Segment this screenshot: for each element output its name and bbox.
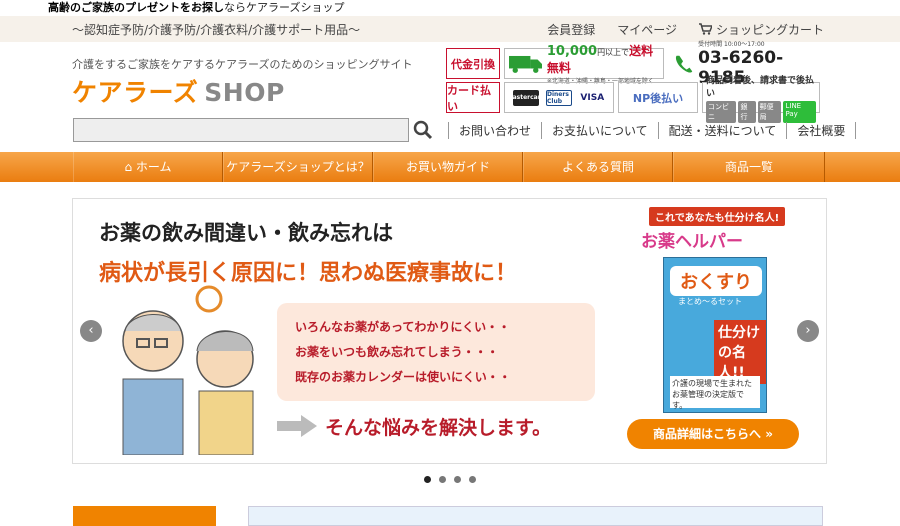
category-text: ～認知症予防/介護予防/介護衣料/介護サポート用品～ <box>72 22 361 37</box>
payment-link[interactable]: お支払いについて <box>541 122 658 139</box>
problem-item: お薬をいつも飲み忘れてしまう・・・ <box>295 345 499 359</box>
site-logo[interactable]: ケアラーズ SHOP <box>72 73 285 109</box>
tagline: 介護をするご家族をケアするケアラーズのためのショッピングサイト <box>72 58 413 71</box>
mypage-link[interactable]: マイページ <box>617 21 677 38</box>
phone-hours: 受付時間 10:00～17:00 <box>698 41 765 48</box>
card-brands: mastercard Diners Club VISA <box>504 82 614 113</box>
carousel-next-button[interactable]: › <box>797 320 819 342</box>
product-detail-button[interactable]: 商品詳細はこちらへ » <box>627 419 799 449</box>
product-tagline: これであなたも仕分け名人! <box>649 207 786 226</box>
np-note: 商品到着後、請求書で後払い <box>706 75 815 99</box>
banner-resolve: そんな悩みを解決します。 <box>325 417 552 439</box>
nav-faq[interactable]: よくある質問 <box>523 152 673 182</box>
banner-headline: お薬の飲み間違い・飲み忘れは <box>99 221 393 245</box>
problem-item: いろんなお薬があってわかりにくい・・ <box>295 320 511 334</box>
package-subtitle: まとめ～るセット <box>678 297 742 306</box>
company-link[interactable]: 会社概要 <box>786 122 857 139</box>
cart-label: ショッピングカート <box>715 22 824 37</box>
cart-link[interactable]: ショッピングカート <box>698 21 824 38</box>
visa-logo: VISA <box>579 89 606 106</box>
card-badge: カード払い <box>446 82 500 113</box>
carousel-dot[interactable] <box>439 476 446 483</box>
topbar: 高齢のご家族のプレゼントをお探しならケアラーズショップ <box>0 0 900 16</box>
package-badge: 仕分けの名人!! <box>714 320 766 384</box>
carousel-dot[interactable] <box>454 476 461 483</box>
shipping-badge: 10,000円以上で送料無料 ※北海道・沖縄・離島・一部地域を除く <box>504 44 664 85</box>
contact-link[interactable]: お問い合わせ <box>448 122 541 139</box>
sidebar-heading <box>73 506 216 526</box>
shipping-amount: 10,000 <box>546 44 598 59</box>
arrow-right-icon <box>277 415 317 437</box>
elderly-couple-illustration <box>122 285 254 455</box>
problem-box: いろんなお薬があってわかりにくい・・ お薬をいつも飲み忘れてしまう・・・ 既存の… <box>277 303 595 401</box>
main-nav: ⌂ ホーム ケアラーズショップとは？ お買い物ガイド よくある質問 商品一覧 <box>0 152 900 182</box>
product-package: おくすり まとめ～るセット 仕分けの名人!! 介護の現場で生まれたお薬管理の決定… <box>663 257 767 413</box>
hero-banner[interactable]: お薬の飲み間違い・飲み忘れは 病状が長引く原因に！思わぬ医療事故に！ いろんなお… <box>72 198 827 464</box>
mastercard-logo: mastercard <box>506 89 545 106</box>
home-icon: ⌂ <box>124 160 136 174</box>
shipping-link[interactable]: 配送・送料について <box>657 122 787 139</box>
carousel-dot[interactable] <box>424 476 431 483</box>
logo-main: ケアラーズ <box>72 78 199 107</box>
member-register-link[interactable]: 会員登録 <box>547 21 595 38</box>
header: 介護をするご家族をケアするケアラーズのためのショッピングサイト ケアラーズ SHO… <box>0 41 900 123</box>
nav-about[interactable]: ケアラーズショップとは？ <box>223 152 373 182</box>
topbar-lead: 高齢のご家族のプレゼントをお探し <box>48 1 224 14</box>
carousel-dot[interactable] <box>469 476 476 483</box>
chevron-left-icon: ‹ <box>88 323 94 338</box>
diners-logo: Diners Club <box>545 89 572 106</box>
np-info: 商品到着後、請求書で後払い コンビニ 銀行 郵便局 LINE Pay <box>702 76 820 123</box>
utility-links: お問い合わせ お支払いについて 配送・送料について 会社概要 <box>448 122 857 139</box>
np-badge: NP後払い <box>618 82 698 113</box>
phone-icon <box>675 55 693 73</box>
nav-home[interactable]: ⌂ ホーム <box>73 152 223 182</box>
nav-home-label: ホーム <box>135 160 172 174</box>
content-panel <box>248 506 823 526</box>
shipping-unit: 円以上で <box>597 48 630 57</box>
search-icon[interactable] <box>412 120 434 140</box>
logo-sub: SHOP <box>204 78 285 107</box>
truck-icon <box>509 55 542 73</box>
package-title: おくすり <box>670 266 762 296</box>
product-brand: お薬ヘルパー <box>641 232 743 252</box>
cart-icon <box>698 23 712 35</box>
topbar-rest: ならケアラーズショップ <box>224 1 345 14</box>
cod-badge: 代金引換 <box>446 48 500 79</box>
nav-products[interactable]: 商品一覧 <box>673 152 825 182</box>
search-row: お問い合わせ お支払いについて 配送・送料について 会社概要 <box>0 118 900 152</box>
carousel-dots <box>424 476 476 483</box>
package-note: 介護の現場で生まれたお薬管理の決定版です。 <box>670 376 760 410</box>
search-input[interactable] <box>73 118 409 142</box>
chevron-right-icon: › <box>805 323 811 338</box>
nav-guide[interactable]: お買い物ガイド <box>373 152 523 182</box>
carousel-prev-button[interactable]: ‹ <box>80 320 102 342</box>
info-badges: 代金引換 10,000円以上で送料無料 ※北海道・沖縄・離島・一部地域を除く 受… <box>446 41 820 123</box>
problem-item: 既存のお薬カレンダーは使いにくい・・ <box>295 370 511 384</box>
